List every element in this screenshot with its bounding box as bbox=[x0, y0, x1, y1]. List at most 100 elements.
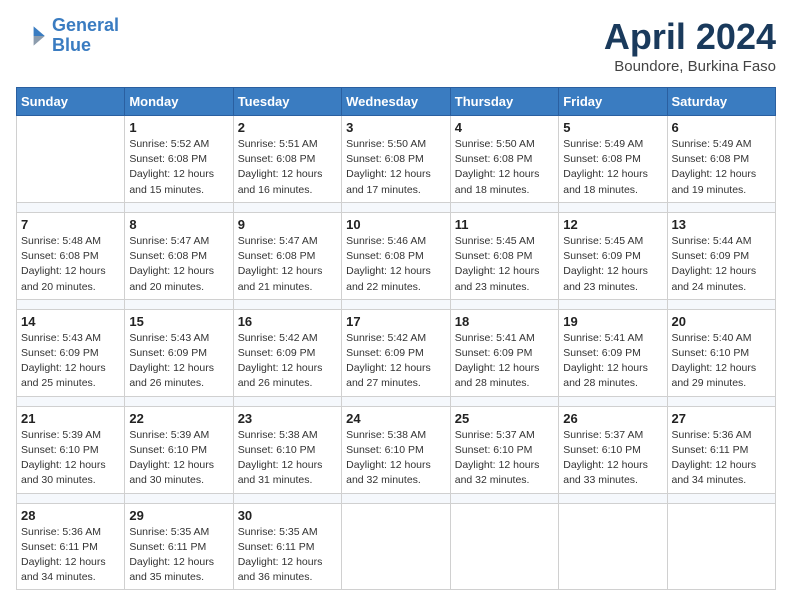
day-number: 18 bbox=[455, 314, 554, 329]
day-number: 22 bbox=[129, 411, 228, 426]
logo-text: General Blue bbox=[52, 16, 119, 56]
day-number: 6 bbox=[672, 120, 772, 135]
day-number: 27 bbox=[672, 411, 772, 426]
day-number: 13 bbox=[672, 217, 772, 232]
calendar-week-2: 7 Sunrise: 5:48 AM Sunset: 6:08 PM Daylig… bbox=[17, 212, 776, 299]
day-number: 20 bbox=[672, 314, 772, 329]
calendar-cell: 4Sunrise: 5:50 AM Sunset: 6:08 PM Daylig… bbox=[450, 116, 558, 203]
day-info: Sunrise: 5:39 AM Sunset: 6:10 PM Dayligh… bbox=[129, 428, 228, 489]
day-info: Sunrise: 5:42 AM Sunset: 6:09 PM Dayligh… bbox=[238, 331, 337, 392]
weekday-header-sunday: Sunday bbox=[17, 88, 125, 116]
weekday-header-monday: Monday bbox=[125, 88, 233, 116]
weekday-header-row: SundayMondayTuesdayWednesdayThursdayFrid… bbox=[17, 88, 776, 116]
weekday-header-friday: Friday bbox=[559, 88, 667, 116]
calendar-cell: 11 Sunrise: 5:45 AM Sunset: 6:08 PM Dayli… bbox=[450, 212, 558, 299]
calendar-cell bbox=[667, 503, 776, 590]
calendar-cell: 27 Sunrise: 5:36 AM Sunset: 6:11 PM Dayli… bbox=[667, 406, 776, 493]
calendar-table: SundayMondayTuesdayWednesdayThursdayFrid… bbox=[16, 87, 776, 590]
day-number: 29 bbox=[129, 508, 228, 523]
week-separator bbox=[17, 396, 776, 406]
day-number: 5 bbox=[563, 120, 662, 135]
day-info: Sunrise: 5:37 AM Sunset: 6:10 PM Dayligh… bbox=[455, 428, 554, 489]
day-info: Sunrise: 5:35 AM Sunset: 6:11 PM Dayligh… bbox=[238, 525, 337, 586]
day-info: Sunrise: 5:36 AM Sunset: 6:11 PM Dayligh… bbox=[672, 428, 772, 489]
calendar-cell: 12Sunrise: 5:45 AM Sunset: 6:09 PM Dayli… bbox=[559, 212, 667, 299]
day-number: 12 bbox=[563, 217, 662, 232]
calendar-cell: 3 Sunrise: 5:50 AM Sunset: 6:08 PM Daylig… bbox=[342, 116, 451, 203]
calendar-cell: 8Sunrise: 5:47 AM Sunset: 6:08 PM Daylig… bbox=[125, 212, 233, 299]
day-info: Sunrise: 5:47 AM Sunset: 6:08 PM Dayligh… bbox=[129, 234, 228, 295]
day-number: 15 bbox=[129, 314, 228, 329]
weekday-header-saturday: Saturday bbox=[667, 88, 776, 116]
day-number: 16 bbox=[238, 314, 337, 329]
calendar-cell: 2 Sunrise: 5:51 AM Sunset: 6:08 PM Daylig… bbox=[233, 116, 341, 203]
day-number: 9 bbox=[238, 217, 337, 232]
day-number: 1 bbox=[129, 120, 228, 135]
calendar-cell: 5 Sunrise: 5:49 AM Sunset: 6:08 PM Daylig… bbox=[559, 116, 667, 203]
day-number: 11 bbox=[455, 217, 554, 232]
day-number: 28 bbox=[21, 508, 120, 523]
day-info: Sunrise: 5:43 AM Sunset: 6:09 PM Dayligh… bbox=[21, 331, 120, 392]
day-number: 10 bbox=[346, 217, 446, 232]
calendar-cell: 19 Sunrise: 5:41 AM Sunset: 6:09 PM Dayli… bbox=[559, 309, 667, 396]
month-title: April 2024 bbox=[604, 16, 776, 58]
calendar-cell: 30 Sunrise: 5:35 AM Sunset: 6:11 PM Dayli… bbox=[233, 503, 341, 590]
day-number: 3 bbox=[346, 120, 446, 135]
day-info: Sunrise: 5:49 AM Sunset: 6:08 PM Dayligh… bbox=[563, 137, 662, 198]
day-number: 30 bbox=[238, 508, 337, 523]
calendar-cell: 29 Sunrise: 5:35 AM Sunset: 6:11 PM Dayli… bbox=[125, 503, 233, 590]
weekday-header-wednesday: Wednesday bbox=[342, 88, 451, 116]
logo-icon bbox=[16, 20, 48, 52]
calendar-cell bbox=[342, 503, 451, 590]
day-info: Sunrise: 5:48 AM Sunset: 6:08 PM Dayligh… bbox=[21, 234, 120, 295]
day-info: Sunrise: 5:42 AM Sunset: 6:09 PM Dayligh… bbox=[346, 331, 446, 392]
calendar-week-4: 21 Sunrise: 5:39 AM Sunset: 6:10 PM Dayli… bbox=[17, 406, 776, 493]
calendar-cell: 20Sunrise: 5:40 AM Sunset: 6:10 PM Dayli… bbox=[667, 309, 776, 396]
calendar-cell: 15Sunrise: 5:43 AM Sunset: 6:09 PM Dayli… bbox=[125, 309, 233, 396]
calendar-cell bbox=[450, 503, 558, 590]
day-info: Sunrise: 5:38 AM Sunset: 6:10 PM Dayligh… bbox=[238, 428, 337, 489]
day-info: Sunrise: 5:37 AM Sunset: 6:10 PM Dayligh… bbox=[563, 428, 662, 489]
day-number: 21 bbox=[21, 411, 120, 426]
calendar-cell: 13Sunrise: 5:44 AM Sunset: 6:09 PM Dayli… bbox=[667, 212, 776, 299]
day-info: Sunrise: 5:39 AM Sunset: 6:10 PM Dayligh… bbox=[21, 428, 120, 489]
calendar-cell: 25Sunrise: 5:37 AM Sunset: 6:10 PM Dayli… bbox=[450, 406, 558, 493]
weekday-header-thursday: Thursday bbox=[450, 88, 558, 116]
calendar-cell: 6Sunrise: 5:49 AM Sunset: 6:08 PM Daylig… bbox=[667, 116, 776, 203]
calendar-cell bbox=[559, 503, 667, 590]
day-number: 7 bbox=[21, 217, 120, 232]
calendar-cell: 26 Sunrise: 5:37 AM Sunset: 6:10 PM Dayli… bbox=[559, 406, 667, 493]
weekday-header-tuesday: Tuesday bbox=[233, 88, 341, 116]
logo-line2: Blue bbox=[52, 35, 91, 55]
day-number: 17 bbox=[346, 314, 446, 329]
week-separator bbox=[17, 202, 776, 212]
day-number: 24 bbox=[346, 411, 446, 426]
location-subtitle: Boundore, Burkina Faso bbox=[604, 58, 776, 75]
calendar-cell: 9Sunrise: 5:47 AM Sunset: 6:08 PM Daylig… bbox=[233, 212, 341, 299]
day-info: Sunrise: 5:41 AM Sunset: 6:09 PM Dayligh… bbox=[563, 331, 662, 392]
day-info: Sunrise: 5:38 AM Sunset: 6:10 PM Dayligh… bbox=[346, 428, 446, 489]
day-number: 14 bbox=[21, 314, 120, 329]
title-block: April 2024 Boundore, Burkina Faso bbox=[604, 16, 776, 75]
day-number: 23 bbox=[238, 411, 337, 426]
calendar-cell: 1 Sunrise: 5:52 AM Sunset: 6:08 PM Daylig… bbox=[125, 116, 233, 203]
day-info: Sunrise: 5:46 AM Sunset: 6:08 PM Dayligh… bbox=[346, 234, 446, 295]
logo: General Blue bbox=[16, 16, 119, 56]
day-info: Sunrise: 5:51 AM Sunset: 6:08 PM Dayligh… bbox=[238, 137, 337, 198]
calendar-cell: 28 Sunrise: 5:36 AM Sunset: 6:11 PM Dayli… bbox=[17, 503, 125, 590]
day-number: 19 bbox=[563, 314, 662, 329]
calendar-cell: 10 Sunrise: 5:46 AM Sunset: 6:08 PM Dayli… bbox=[342, 212, 451, 299]
day-info: Sunrise: 5:41 AM Sunset: 6:09 PM Dayligh… bbox=[455, 331, 554, 392]
day-info: Sunrise: 5:45 AM Sunset: 6:08 PM Dayligh… bbox=[455, 234, 554, 295]
day-info: Sunrise: 5:35 AM Sunset: 6:11 PM Dayligh… bbox=[129, 525, 228, 586]
calendar-cell: 23 Sunrise: 5:38 AM Sunset: 6:10 PM Dayli… bbox=[233, 406, 341, 493]
day-info: Sunrise: 5:50 AM Sunset: 6:08 PM Dayligh… bbox=[346, 137, 446, 198]
calendar-week-5: 28 Sunrise: 5:36 AM Sunset: 6:11 PM Dayli… bbox=[17, 503, 776, 590]
day-number: 2 bbox=[238, 120, 337, 135]
week-separator bbox=[17, 299, 776, 309]
day-info: Sunrise: 5:36 AM Sunset: 6:11 PM Dayligh… bbox=[21, 525, 120, 586]
calendar-cell bbox=[17, 116, 125, 203]
day-info: Sunrise: 5:50 AM Sunset: 6:08 PM Dayligh… bbox=[455, 137, 554, 198]
day-number: 26 bbox=[563, 411, 662, 426]
day-info: Sunrise: 5:52 AM Sunset: 6:08 PM Dayligh… bbox=[129, 137, 228, 198]
